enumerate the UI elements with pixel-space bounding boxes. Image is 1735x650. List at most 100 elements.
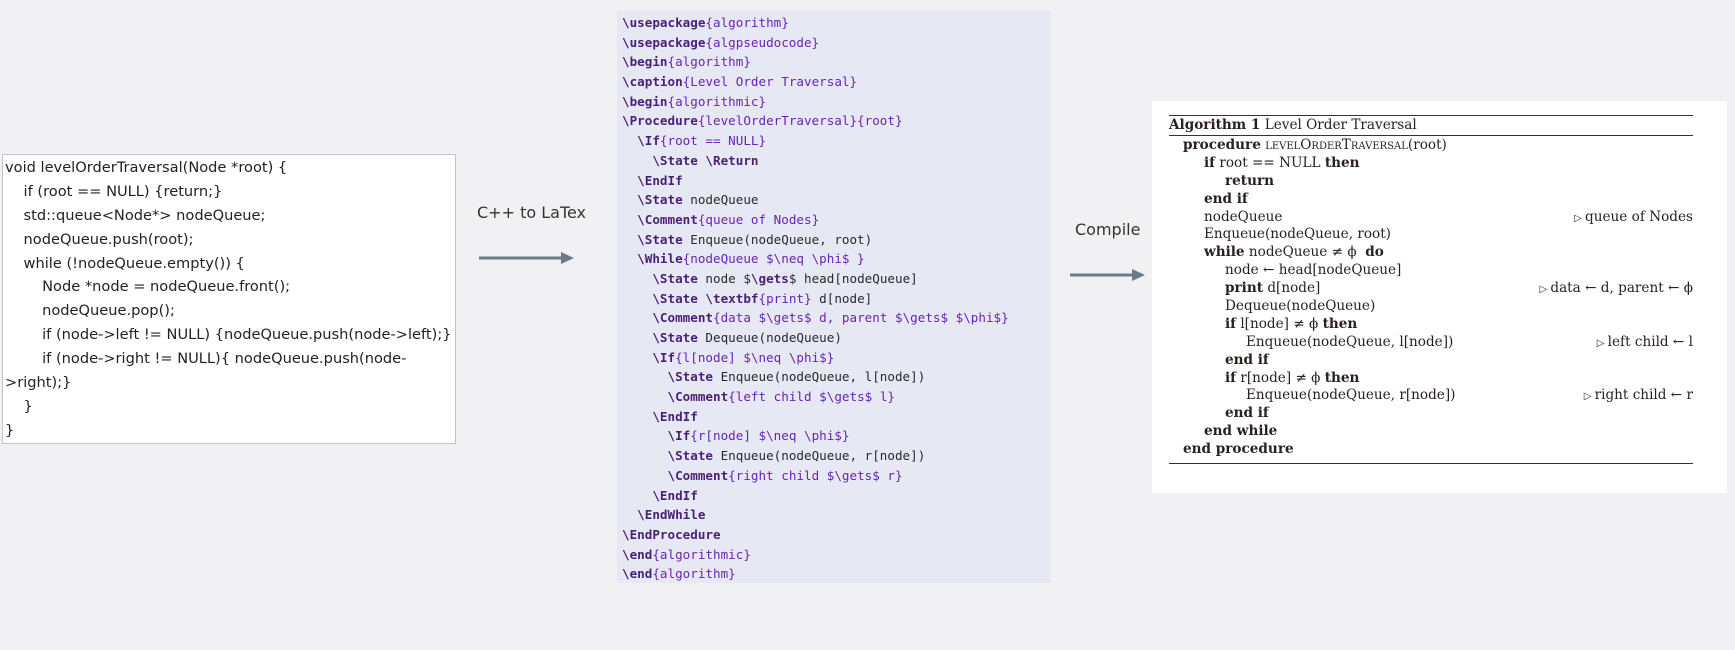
latex-command: \Procedure bbox=[622, 113, 698, 129]
latex-indent bbox=[622, 192, 637, 207]
latex-source-line: \Procedure{levelOrderTraversal}{root} bbox=[622, 111, 1051, 131]
algorithm-comment: ▷ queue of Nodes bbox=[1574, 209, 1693, 228]
latex-source-line: \begin{algorithmic} bbox=[622, 92, 1051, 112]
cpp-code-line: } bbox=[5, 421, 15, 439]
algorithm-line: end while bbox=[1169, 423, 1693, 441]
latex-argument: {right child $\gets$ r} bbox=[728, 467, 903, 483]
latex-command: \If bbox=[667, 428, 691, 444]
algorithm-comment: ▷ right child ← r bbox=[1584, 387, 1693, 406]
algorithm-text: Enqueue(nodeQueue, r[node]) bbox=[1246, 387, 1456, 404]
cpp-code-line: nodeQueue.pop(); bbox=[5, 302, 175, 320]
cpp-code-line: std::queue<Node*> nodeQueue; bbox=[5, 206, 266, 224]
caption-label: Algorithm 1 bbox=[1169, 117, 1261, 133]
latex-indent bbox=[622, 133, 637, 148]
latex-command: \EndIf bbox=[637, 172, 683, 188]
latex-indent bbox=[622, 507, 637, 522]
comment-triangle-icon: ▷ bbox=[1574, 212, 1586, 224]
latex-argument: {algpseudocode} bbox=[705, 34, 820, 50]
algorithm-line: end if bbox=[1169, 405, 1693, 423]
latex-command: \gets bbox=[750, 270, 789, 286]
latex-indent bbox=[622, 212, 637, 227]
latex-argument: {nodeQueue $\neq \phi$ } bbox=[682, 251, 865, 267]
cpp-code-line: if (node->left != NULL) {nodeQueue.push(… bbox=[5, 326, 452, 344]
comment-text: data ← d, parent ← ϕ bbox=[1550, 280, 1693, 297]
cpp-code-line: while (!nodeQueue.empty()) { bbox=[5, 254, 245, 272]
latex-command: \State bbox=[637, 231, 683, 247]
algorithm-block: Algorithm 1 Level Order Traversal proced… bbox=[1169, 115, 1694, 465]
algorithm-text: r[node] ≠ ϕ bbox=[1236, 369, 1325, 386]
algorithm-line: Enqueue(nodeQueue, r[node]) ▷ right child… bbox=[1169, 387, 1693, 405]
latex-command: \While bbox=[637, 251, 683, 267]
latex-source-line: \EndWhile bbox=[622, 505, 1051, 525]
algorithm-text: node ← head[nodeQueue] bbox=[1225, 262, 1402, 279]
latex-command: \State bbox=[652, 270, 698, 286]
cpp-code-line: } bbox=[5, 397, 33, 415]
latex-source-line: \Comment{queue of Nodes} bbox=[622, 210, 1051, 230]
right-arrow-icon bbox=[479, 252, 574, 264]
algorithm-keyword: return bbox=[1225, 172, 1275, 189]
latex-indent bbox=[622, 488, 652, 503]
latex-text: $ head[nodeQueue] bbox=[788, 270, 918, 286]
latex-argument: {levelOrderTraversal}{root} bbox=[697, 113, 903, 129]
latex-command: \State bbox=[667, 369, 714, 385]
latex-source-line: \State nodeQueue bbox=[622, 190, 1051, 210]
latex-command: \usepackage bbox=[622, 15, 706, 30]
latex-text: Enqueue(nodeQueue, l[node]) bbox=[713, 369, 926, 385]
algorithm-caption: Algorithm 1 Level Order Traversal bbox=[1169, 116, 1693, 135]
latex-command: \State bbox=[652, 330, 698, 345]
algorithm-comment: ▷ data ← d, parent ← ϕ bbox=[1540, 280, 1694, 299]
algorithm-line: if r[node] ≠ ϕ then bbox=[1169, 370, 1693, 388]
algorithm-line: node ← head[nodeQueue] bbox=[1169, 262, 1693, 280]
latex-source-line: \EndIf bbox=[622, 486, 1051, 506]
algorithm-keyword: end procedure bbox=[1183, 441, 1294, 458]
algorithm-line: return bbox=[1169, 173, 1693, 191]
latex-source-line: \While{nodeQueue $\neq \phi$ } bbox=[622, 249, 1051, 269]
algorithm-text: (root) bbox=[1407, 137, 1447, 153]
comment-triangle-icon: ▷ bbox=[1596, 337, 1608, 349]
latex-source-panel: \usepackage{algorithm} \usepackage{algpse… bbox=[617, 11, 1051, 583]
latex-source-line: \EndIf bbox=[622, 171, 1051, 191]
latex-argument: {r[node] $\neq \phi$} bbox=[690, 428, 850, 444]
latex-source-line: \Comment{left child $\gets$ l} bbox=[622, 387, 1051, 407]
algorithm-line: Dequeue(nodeQueue) bbox=[1169, 298, 1693, 316]
algorithm-line: if l[node] ≠ ϕ then bbox=[1169, 316, 1693, 334]
latex-indent bbox=[622, 409, 652, 424]
cpp-code-line: nodeQueue.push(root); bbox=[5, 230, 194, 248]
latex-source-line: \EndIf bbox=[622, 407, 1051, 427]
latex-command: \EndProcedure bbox=[622, 526, 721, 542]
latex-command: \State bbox=[637, 192, 683, 208]
algorithm-comment: ▷ left child ← l bbox=[1597, 334, 1693, 353]
algorithm-text: d[node] bbox=[1263, 280, 1321, 297]
latex-argument: {l[node] $\neq \phi$} bbox=[675, 349, 835, 365]
latex-argument: {algorithm} bbox=[667, 54, 751, 70]
latex-indent bbox=[622, 330, 652, 345]
compile-label: Compile bbox=[1075, 220, 1141, 239]
cpp-code-line: Node *node = nodeQueue.front(); bbox=[5, 278, 291, 296]
latex-argument: {print} bbox=[758, 290, 812, 306]
latex-command: \end bbox=[622, 566, 653, 582]
latex-command: \Comment bbox=[637, 211, 698, 227]
latex-source-line: \State \Return bbox=[622, 151, 1051, 171]
algorithm-keyword: end if bbox=[1204, 190, 1248, 207]
latex-indent bbox=[622, 232, 637, 247]
latex-argument: {root == NULL} bbox=[659, 133, 767, 149]
algorithm-line: while nodeQueue ≠ ϕ do bbox=[1169, 244, 1693, 262]
latex-argument: {Level Order Traversal} bbox=[682, 74, 858, 90]
latex-argument: {algorithm} bbox=[705, 15, 789, 30]
latex-indent bbox=[622, 153, 652, 168]
latex-source-line: \State \textbf{print} d[node] bbox=[622, 289, 1051, 309]
algorithm-line: nodeQueue ▷ queue of Nodes bbox=[1169, 209, 1693, 227]
cpp-code-line: void levelOrderTraversal(Node *root) { bbox=[5, 159, 288, 176]
cpp-code-line: >right);} bbox=[5, 374, 72, 392]
latex-text: Enqueue(nodeQueue, r[node]) bbox=[713, 448, 926, 464]
algorithm-line: end if bbox=[1169, 352, 1693, 370]
latex-source-line: \State Enqueue(nodeQueue, r[node]) bbox=[622, 446, 1051, 466]
latex-indent bbox=[622, 389, 668, 404]
latex-source-line: \State Dequeue(nodeQueue) bbox=[622, 328, 1051, 348]
latex-argument: {algorithm} bbox=[652, 566, 736, 582]
algorithm-keyword: if bbox=[1225, 369, 1237, 386]
latex-argument: {algorithmic} bbox=[652, 546, 751, 562]
latex-indent bbox=[622, 448, 668, 463]
algorithm-keyword: end while bbox=[1204, 423, 1278, 440]
algorithm-line: Enqueue(nodeQueue, l[node]) ▷ left child … bbox=[1169, 334, 1693, 352]
